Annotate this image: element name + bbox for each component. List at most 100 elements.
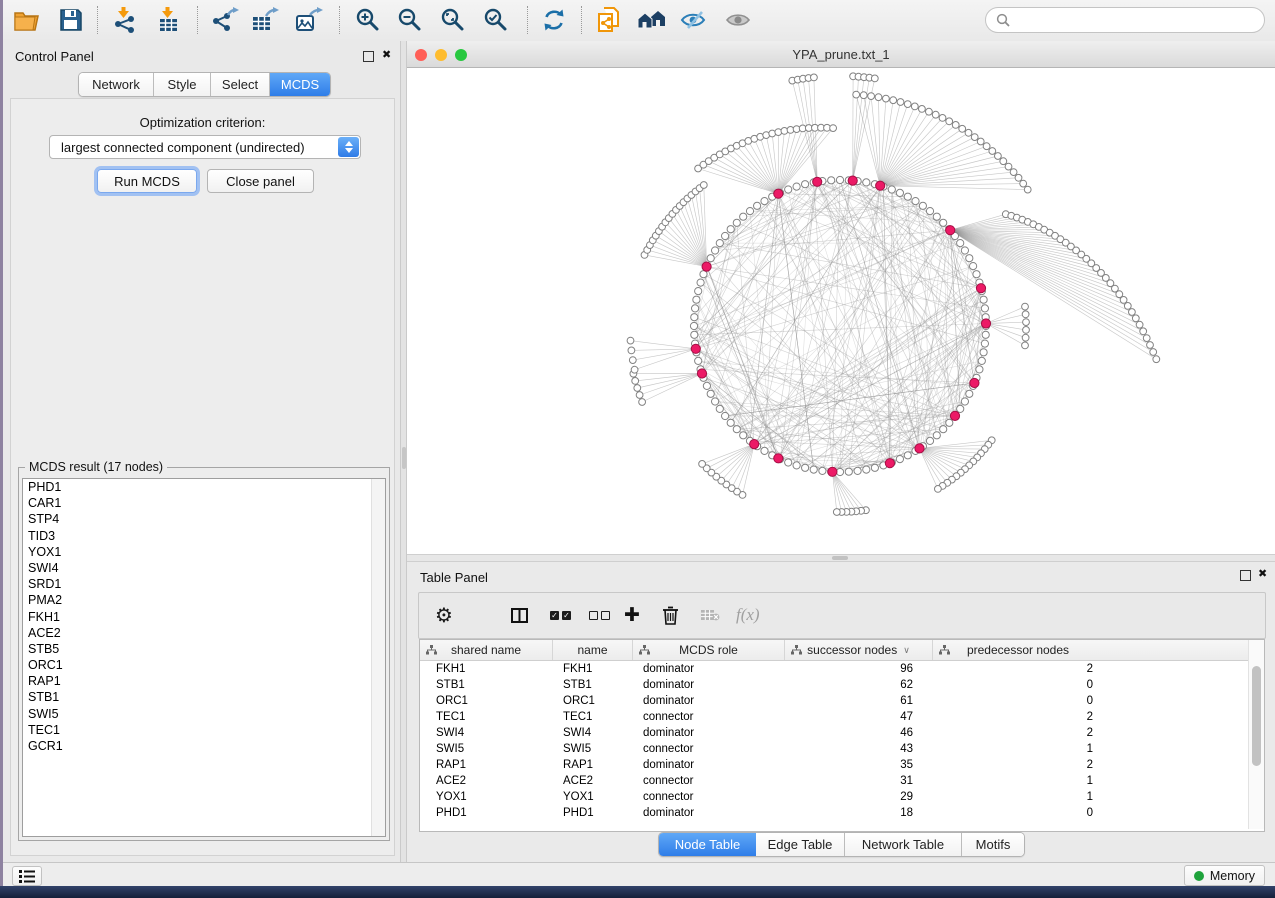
column-header-name[interactable]: name xyxy=(553,640,633,660)
cell-successor-nodes[interactable]: 29 xyxy=(785,789,933,805)
scrollbar-thumb[interactable] xyxy=(1252,666,1261,766)
cell-predecessor-nodes[interactable]: 0 xyxy=(933,805,1103,821)
memory-button[interactable]: Memory xyxy=(1184,865,1265,886)
tab-style[interactable]: Style xyxy=(154,73,211,96)
cell-mcds-role[interactable]: connector xyxy=(633,709,785,725)
task-history-button[interactable] xyxy=(12,866,42,886)
table-row[interactable]: FKH1FKH1dominator962 xyxy=(420,661,1248,677)
splitter-handle[interactable] xyxy=(402,447,406,469)
export-image-icon[interactable] xyxy=(292,5,326,35)
cell-shared-name[interactable]: YOX1 xyxy=(420,789,553,805)
save-session-icon[interactable] xyxy=(54,5,88,35)
table-row[interactable]: YOX1YOX1connector291 xyxy=(420,789,1248,805)
cell-predecessor-nodes[interactable]: 2 xyxy=(933,725,1103,741)
cell-shared-name[interactable]: ORC1 xyxy=(420,693,553,709)
cell-mcds-role[interactable]: connector xyxy=(633,741,785,757)
table-row[interactable]: SWI5SWI5connector431 xyxy=(420,741,1248,757)
import-network-icon[interactable] xyxy=(108,5,142,35)
cell-predecessor-nodes[interactable]: 2 xyxy=(933,709,1103,725)
cell-name[interactable]: RAP1 xyxy=(553,757,633,773)
show-columns-icon[interactable] xyxy=(511,600,528,630)
search-box[interactable] xyxy=(985,7,1265,33)
cell-predecessor-nodes[interactable]: 0 xyxy=(933,693,1103,709)
tab-mcds[interactable]: MCDS xyxy=(270,73,330,96)
column-header-mcds-role[interactable]: MCDS role xyxy=(633,640,785,660)
cell-predecessor-nodes[interactable]: 0 xyxy=(933,677,1103,693)
mcds-result-item[interactable]: SRD1 xyxy=(23,576,385,592)
cell-name[interactable]: SWI5 xyxy=(553,741,633,757)
first-neighbors-icon[interactable] xyxy=(635,5,669,35)
mcds-result-item[interactable]: TEC1 xyxy=(23,722,385,738)
table-row[interactable]: STB1STB1dominator620 xyxy=(420,677,1248,693)
cell-shared-name[interactable]: RAP1 xyxy=(420,757,553,773)
cell-mcds-role[interactable]: dominator xyxy=(633,725,785,741)
mcds-result-item[interactable]: STP4 xyxy=(23,511,385,527)
cell-successor-nodes[interactable]: 61 xyxy=(785,693,933,709)
cell-shared-name[interactable]: TEC1 xyxy=(420,709,553,725)
cell-predecessor-nodes[interactable]: 2 xyxy=(933,757,1103,773)
deselect-all-columns-icon[interactable] xyxy=(589,600,610,630)
table-scrollbar[interactable] xyxy=(1248,640,1264,829)
table-settings-gear-icon[interactable]: ⚙ xyxy=(435,600,453,630)
cell-shared-name[interactable]: SWI5 xyxy=(420,741,553,757)
zoom-in-icon[interactable] xyxy=(351,5,385,35)
zoom-selected-icon[interactable] xyxy=(479,5,513,35)
float-panel-icon[interactable] xyxy=(1240,570,1251,581)
horizontal-splitter[interactable] xyxy=(407,554,1275,562)
cell-name[interactable]: SWI4 xyxy=(553,725,633,741)
mcds-result-item[interactable]: SWI5 xyxy=(23,706,385,722)
mcds-result-item[interactable]: FKH1 xyxy=(23,609,385,625)
export-network-icon[interactable] xyxy=(208,5,242,35)
mcds-result-item[interactable]: ORC1 xyxy=(23,657,385,673)
close-panel-icon[interactable]: ✖ xyxy=(1258,567,1267,580)
cell-name[interactable]: TEC1 xyxy=(553,709,633,725)
close-panel-button[interactable]: Close panel xyxy=(207,169,314,193)
tab-network-table[interactable]: Network Table xyxy=(845,833,962,856)
zoom-out-icon[interactable] xyxy=(393,5,427,35)
import-table-icon[interactable] xyxy=(152,5,186,35)
cell-successor-nodes[interactable]: 62 xyxy=(785,677,933,693)
result-list-scrollbar[interactable] xyxy=(371,479,385,836)
cell-successor-nodes[interactable]: 35 xyxy=(785,757,933,773)
refresh-layout-icon[interactable] xyxy=(537,5,571,35)
cell-shared-name[interactable]: STB1 xyxy=(420,677,553,693)
mcds-result-item[interactable]: GCR1 xyxy=(23,738,385,754)
mcds-result-item[interactable]: TID3 xyxy=(23,528,385,544)
tab-network[interactable]: Network xyxy=(79,73,154,96)
column-header-successor-nodes[interactable]: successor nodes ∨ xyxy=(785,640,933,660)
select-all-columns-icon[interactable]: ✓✓ xyxy=(550,600,571,630)
hide-selected-icon[interactable] xyxy=(677,5,711,35)
table-row[interactable]: ORC1ORC1dominator610 xyxy=(420,693,1248,709)
cell-successor-nodes[interactable]: 96 xyxy=(785,661,933,677)
cell-shared-name[interactable]: ACE2 xyxy=(420,773,553,789)
export-table-icon[interactable] xyxy=(248,5,282,35)
cell-mcds-role[interactable]: connector xyxy=(633,789,785,805)
cell-name[interactable]: FKH1 xyxy=(553,661,633,677)
mcds-result-item[interactable]: RAP1 xyxy=(23,673,385,689)
table-row[interactable]: ACE2ACE2connector311 xyxy=(420,773,1248,789)
mcds-result-item[interactable]: YOX1 xyxy=(23,544,385,560)
close-panel-icon[interactable]: ✖ xyxy=(382,48,391,61)
table-row[interactable]: SWI4SWI4dominator462 xyxy=(420,725,1248,741)
cell-shared-name[interactable]: SWI4 xyxy=(420,725,553,741)
mcds-result-item[interactable]: CAR1 xyxy=(23,495,385,511)
mcds-result-item[interactable]: STB1 xyxy=(23,689,385,705)
run-mcds-button[interactable]: Run MCDS xyxy=(97,169,197,193)
criterion-dropdown[interactable]: largest connected component (undirected) xyxy=(49,135,361,159)
cell-shared-name[interactable]: PHD1 xyxy=(420,805,553,821)
cell-mcds-role[interactable]: dominator xyxy=(633,805,785,821)
tab-motifs[interactable]: Motifs xyxy=(962,833,1024,856)
table-row[interactable]: RAP1RAP1dominator352 xyxy=(420,757,1248,773)
cell-predecessor-nodes[interactable]: 1 xyxy=(933,741,1103,757)
splitter-handle[interactable] xyxy=(832,556,848,560)
cell-mcds-role[interactable]: connector xyxy=(633,773,785,789)
create-column-icon[interactable]: ✚ xyxy=(624,600,640,630)
cell-successor-nodes[interactable]: 46 xyxy=(785,725,933,741)
cell-name[interactable]: STB1 xyxy=(553,677,633,693)
cell-mcds-role[interactable]: dominator xyxy=(633,693,785,709)
network-view[interactable] xyxy=(407,68,1275,554)
duplicate-network-icon[interactable] xyxy=(592,5,626,35)
mcds-result-list[interactable]: PHD1CAR1STP4TID3YOX1SWI4SRD1PMA2FKH1ACE2… xyxy=(22,478,386,837)
cell-predecessor-nodes[interactable]: 2 xyxy=(933,661,1103,677)
delete-column-trash-icon[interactable] xyxy=(662,600,679,630)
